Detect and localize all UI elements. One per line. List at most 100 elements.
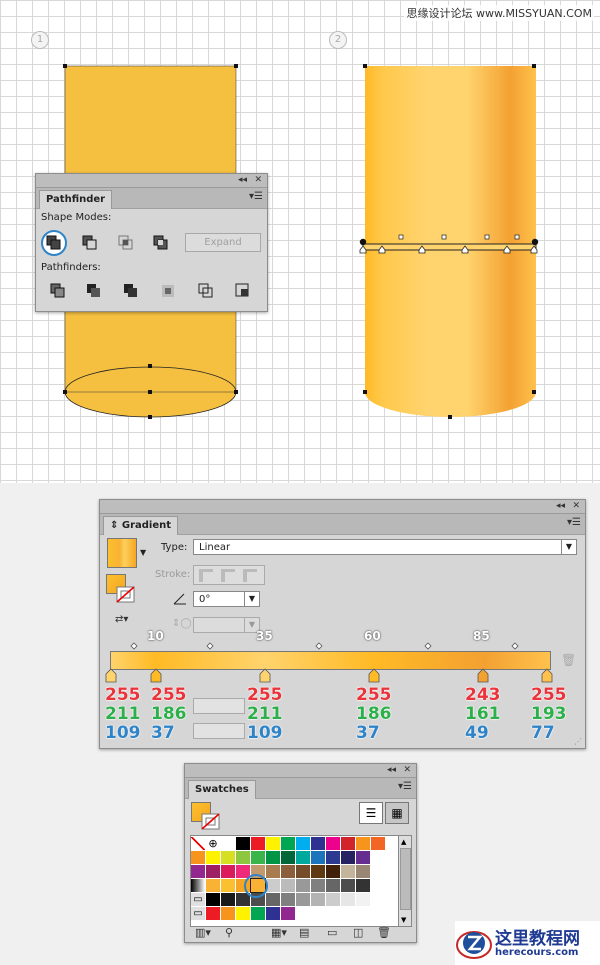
gradient-stop[interactable] xyxy=(105,668,117,683)
tab-swatches[interactable]: Swatches xyxy=(188,780,256,799)
swatch-cell[interactable] xyxy=(326,879,340,892)
scroll-up-icon[interactable]: ▲ xyxy=(401,838,406,846)
gradient-stop[interactable] xyxy=(150,668,162,683)
swatch-cell[interactable] xyxy=(191,865,205,878)
scroll-down-icon[interactable]: ▼ xyxy=(401,916,406,924)
swatch-cell[interactable] xyxy=(206,893,220,906)
swatch-cell[interactable] xyxy=(221,837,235,850)
tab-gradient[interactable]: ⇕ Gradient xyxy=(103,516,179,535)
gradient-preview-swatch[interactable] xyxy=(107,538,137,568)
folder-icon[interactable]: ▭ xyxy=(191,907,205,920)
aspect-ratio-dropdown[interactable]: ▼ xyxy=(193,617,260,633)
exclude-button[interactable] xyxy=(151,233,171,253)
swatch-cell[interactable] xyxy=(221,907,235,920)
swatch-cell[interactable] xyxy=(356,879,370,892)
swatch-libraries-icon[interactable]: ▥▾ xyxy=(195,926,211,939)
swatch-cell[interactable] xyxy=(341,879,355,892)
unite-button[interactable] xyxy=(44,233,64,253)
swatch-cell[interactable] xyxy=(281,851,295,864)
scrollbar-thumb[interactable] xyxy=(400,848,411,910)
swatch-cell[interactable] xyxy=(251,907,265,920)
trim-button[interactable] xyxy=(84,281,104,301)
crop-button[interactable] xyxy=(158,281,178,301)
panel-menu-icon[interactable]: ▾☰ xyxy=(249,191,263,202)
trash-icon[interactable]: 🗑 xyxy=(377,926,391,939)
swatch-cell[interactable] xyxy=(191,879,205,892)
swatch-cell[interactable] xyxy=(266,851,280,864)
swatch-cell[interactable] xyxy=(341,837,355,850)
swatch-cell[interactable] xyxy=(356,865,370,878)
tab-pathfinder[interactable]: Pathfinder xyxy=(39,190,113,209)
swatch-cell[interactable] xyxy=(371,837,385,850)
swatch-scrollbar[interactable]: ▲ ▼ xyxy=(398,835,412,927)
grid-view-button[interactable]: ▦ xyxy=(385,802,409,824)
swatch-cell[interactable] xyxy=(281,907,295,920)
list-view-button[interactable]: ☰ xyxy=(359,802,383,824)
registration-icon[interactable]: ⊕ xyxy=(206,837,220,850)
swatch-options-icon[interactable]: ▦▾ xyxy=(271,926,287,939)
gradient-stop[interactable] xyxy=(259,668,271,683)
swatch-cell[interactable] xyxy=(311,865,325,878)
swatch-cell[interactable] xyxy=(266,879,280,892)
swatch-cell[interactable] xyxy=(296,851,310,864)
resize-grip-icon[interactable]: ⋰ xyxy=(574,737,582,746)
outline-button[interactable] xyxy=(196,281,216,301)
expand-button[interactable]: Expand xyxy=(185,233,261,252)
swatch-cell[interactable] xyxy=(311,851,325,864)
swatch-cell[interactable] xyxy=(251,837,265,850)
gradient-panel-titlebar[interactable]: ◂◂ ✕ xyxy=(100,500,585,514)
gradient-stop[interactable] xyxy=(541,668,553,683)
close-icon[interactable]: ✕ xyxy=(572,500,580,513)
swatch-cell[interactable] xyxy=(266,865,280,878)
swatch-cell[interactable] xyxy=(311,837,325,850)
chevron-down-icon[interactable]: ▼ xyxy=(140,548,146,557)
swatch-cell[interactable] xyxy=(356,837,370,850)
folder-icon[interactable]: ▭ xyxy=(191,893,205,906)
folder-icon[interactable]: ▭ xyxy=(327,926,337,939)
swatch-cell[interactable] xyxy=(341,851,355,864)
swatch-cell[interactable] xyxy=(221,865,235,878)
swatch-cell[interactable] xyxy=(281,865,295,878)
swatch-cell[interactable] xyxy=(206,865,220,878)
swatch-cell[interactable] xyxy=(206,851,220,864)
stroke-none-swatch[interactable] xyxy=(201,813,221,831)
opacity-field[interactable] xyxy=(193,698,245,714)
minus-front-button[interactable] xyxy=(80,233,100,253)
minus-back-button[interactable] xyxy=(233,281,253,301)
swatch-cell[interactable] xyxy=(326,837,340,850)
swatch-cell[interactable] xyxy=(266,907,280,920)
swatch-cell[interactable] xyxy=(281,879,295,892)
swatch-cell[interactable] xyxy=(356,893,370,906)
swatch-cell[interactable] xyxy=(191,851,205,864)
new-color-group-icon[interactable]: ▤ xyxy=(299,926,309,939)
swatch-cell[interactable] xyxy=(356,851,370,864)
collapse-icon[interactable]: ◂◂ xyxy=(238,174,247,187)
gradient-stop[interactable] xyxy=(477,668,489,683)
divide-button[interactable] xyxy=(48,281,68,301)
collapse-icon[interactable]: ◂◂ xyxy=(556,500,565,513)
gradient-stops[interactable] xyxy=(100,668,585,684)
intersect-button[interactable] xyxy=(116,233,136,253)
swatch-cell[interactable] xyxy=(311,879,325,892)
swatch-cell[interactable] xyxy=(296,865,310,878)
swatch-cell[interactable] xyxy=(326,865,340,878)
swatch-grid[interactable]: ⊕ ▭ ▭ xyxy=(190,835,401,927)
swatch-cell[interactable] xyxy=(326,851,340,864)
swatch-cell[interactable] xyxy=(296,893,310,906)
swatch-cell[interactable] xyxy=(296,879,310,892)
swatch-cell[interactable] xyxy=(236,907,250,920)
gradient-stop[interactable] xyxy=(368,668,380,683)
swatch-kind-icon[interactable]: ⚲ xyxy=(225,926,233,939)
swatch-cell[interactable] xyxy=(251,851,265,864)
swatch-cell[interactable] xyxy=(296,837,310,850)
swatch-cell[interactable] xyxy=(311,893,325,906)
location-field[interactable] xyxy=(193,723,245,739)
swatch-cell[interactable] xyxy=(206,907,220,920)
swatch-cell[interactable] xyxy=(341,865,355,878)
swatch-cell[interactable] xyxy=(221,879,235,892)
swatch-cell[interactable] xyxy=(191,837,205,850)
pathfinder-panel-titlebar[interactable]: ◂◂ ✕ xyxy=(36,174,267,188)
swatch-cell[interactable] xyxy=(236,837,250,850)
close-icon[interactable]: ✕ xyxy=(403,764,411,777)
merge-button[interactable] xyxy=(121,281,141,301)
